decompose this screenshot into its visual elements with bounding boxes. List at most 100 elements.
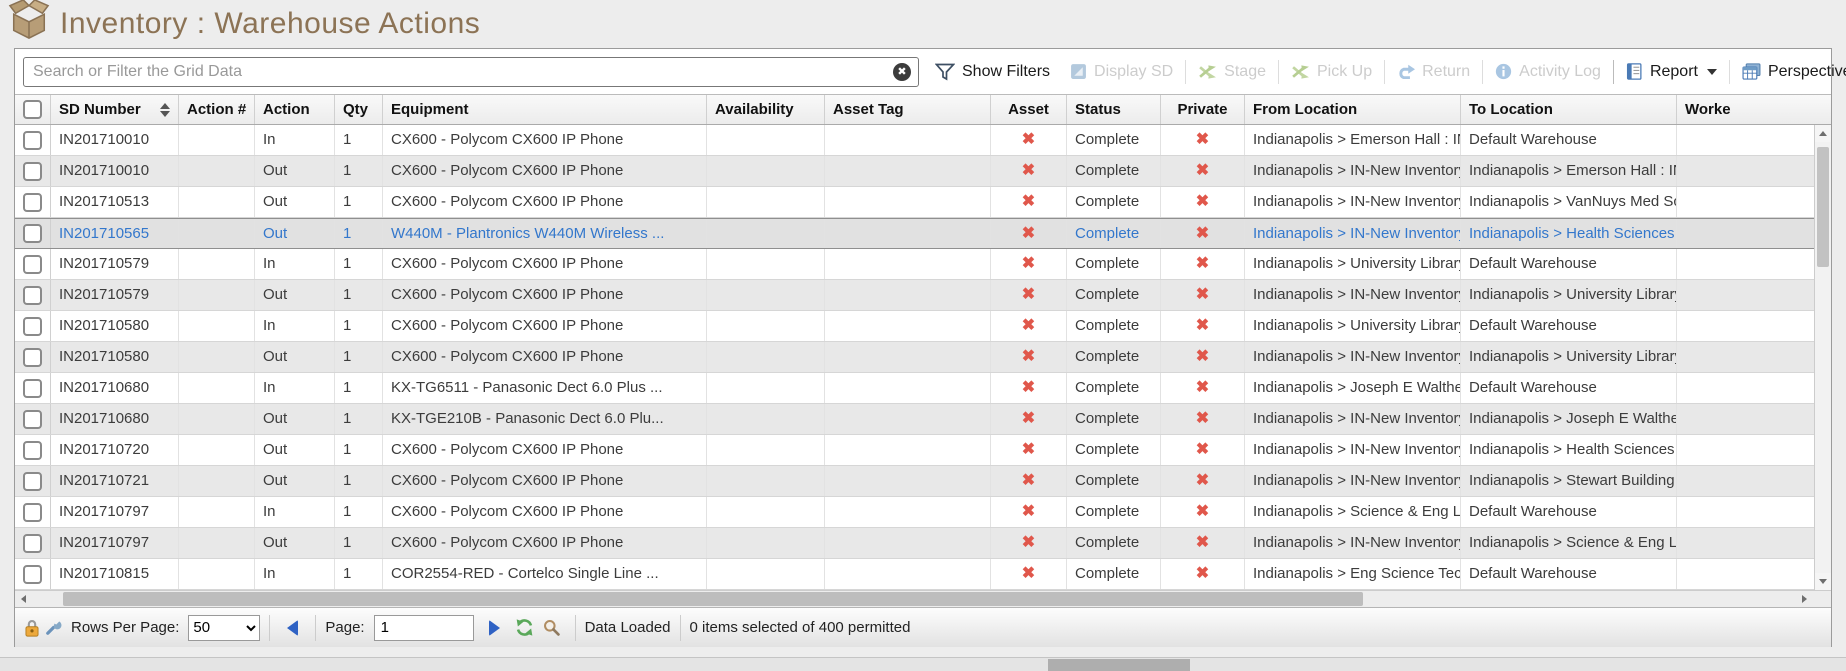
row-checkbox[interactable]: [23, 379, 42, 398]
row-checkbox[interactable]: [23, 317, 42, 336]
table-row[interactable]: IN201710580In1CX600 - Polycom CX600 IP P…: [15, 311, 1814, 342]
stage-button[interactable]: Stage: [1188, 63, 1276, 81]
table-row[interactable]: IN201710565Out1W440M - Plantronics W440M…: [15, 218, 1814, 249]
header-cell-qty[interactable]: Qty: [335, 95, 383, 124]
cell-availability: [707, 342, 825, 372]
table-row[interactable]: IN201710720Out1CX600 - Polycom CX600 IP …: [15, 435, 1814, 466]
page-scrollbar-thumb[interactable]: [1048, 659, 1190, 671]
row-checkbox[interactable]: [23, 441, 42, 460]
sort-icon[interactable]: [154, 103, 170, 117]
next-page-button[interactable]: [489, 620, 500, 636]
pickup-button[interactable]: Pick Up: [1281, 63, 1382, 81]
row-checkbox[interactable]: [23, 348, 42, 367]
header-cell-from-location[interactable]: From Location: [1245, 95, 1461, 124]
lock-icon: [25, 619, 39, 637]
row-checkbox[interactable]: [23, 193, 42, 212]
clear-search-icon[interactable]: ✖: [893, 63, 911, 81]
perspectives-button[interactable]: Perspectives: [1732, 63, 1846, 81]
column-label: Asset Tag: [833, 95, 904, 124]
row-checkbox[interactable]: [23, 472, 42, 491]
return-label: Return: [1422, 63, 1470, 81]
header-cell-asset-tag[interactable]: Asset Tag: [825, 95, 991, 124]
tools-button[interactable]: [45, 619, 62, 636]
row-checkbox[interactable]: [23, 286, 42, 305]
table-row[interactable]: IN201710580Out1CX600 - Polycom CX600 IP …: [15, 342, 1814, 373]
red-x-icon: ✖: [1022, 287, 1035, 303]
scroll-left-button[interactable]: [15, 591, 32, 607]
display-sd-button[interactable]: Display SD: [1060, 63, 1183, 81]
row-checkbox[interactable]: [23, 131, 42, 150]
cell-action: Out: [255, 280, 335, 310]
header-cell-action-number[interactable]: Action #: [179, 95, 255, 124]
table-row[interactable]: IN201710010In1CX600 - Polycom CX600 IP P…: [15, 125, 1814, 156]
row-checkbox[interactable]: [23, 255, 42, 274]
return-button[interactable]: Return: [1387, 63, 1480, 81]
scroll-right-button[interactable]: [1796, 591, 1813, 607]
row-checkbox[interactable]: [23, 410, 42, 429]
column-label: SD Number: [59, 95, 141, 124]
header-cell-work[interactable]: Worke: [1677, 95, 1831, 124]
table-row[interactable]: IN201710815In1COR2554-RED - Cortelco Sin…: [15, 559, 1814, 590]
report-button[interactable]: Report: [1616, 63, 1727, 81]
row-checkbox[interactable]: [23, 162, 42, 181]
table-row[interactable]: IN201710513Out1CX600 - Polycom CX600 IP …: [15, 187, 1814, 218]
prev-page-button[interactable]: [287, 620, 298, 636]
cell-asset: ✖: [991, 249, 1067, 279]
row-checkbox[interactable]: [23, 503, 42, 522]
activity-log-button[interactable]: Activity Log: [1485, 63, 1611, 81]
search-input[interactable]: [23, 57, 919, 87]
refresh-button[interactable]: [515, 618, 534, 637]
header-cell-to-location[interactable]: To Location: [1461, 95, 1677, 124]
header-cell-asset[interactable]: Asset: [991, 95, 1067, 124]
row-checkbox[interactable]: [23, 534, 42, 553]
h-scrollbar-thumb[interactable]: [63, 592, 1363, 606]
scroll-down-button[interactable]: [1815, 573, 1831, 590]
header-cell-availability[interactable]: Availability: [707, 95, 825, 124]
cell-availability: [707, 435, 825, 465]
red-x-icon: ✖: [1196, 256, 1209, 272]
cell-availability: [707, 404, 825, 434]
page-input[interactable]: [374, 615, 474, 641]
cell-asset-tag: [825, 249, 991, 279]
column-label: Status: [1075, 95, 1121, 124]
cell-sd-number: IN201710720: [51, 435, 179, 465]
grid-body: IN201710010In1CX600 - Polycom CX600 IP P…: [15, 125, 1814, 590]
table-row[interactable]: IN201710680In1KX-TG6511 - Panasonic Dect…: [15, 373, 1814, 404]
cell-availability: [707, 311, 825, 341]
table-row[interactable]: IN201710797In1CX600 - Polycom CX600 IP P…: [15, 497, 1814, 528]
header-cell-sd-number[interactable]: SD Number: [51, 95, 179, 124]
cell-from-location: Indianapolis > IN-New Inventory: [1245, 435, 1461, 465]
cell-private: ✖: [1161, 219, 1245, 248]
cell-asset: ✖: [991, 219, 1067, 248]
quick-search-button[interactable]: [543, 619, 560, 636]
header-cell-private[interactable]: Private: [1161, 95, 1245, 124]
cell-qty: 1: [335, 311, 383, 341]
table-row[interactable]: IN201710680Out1KX-TGE210B - Panasonic De…: [15, 404, 1814, 435]
scroll-up-button[interactable]: [1815, 125, 1831, 142]
select-all-checkbox[interactable]: [23, 100, 42, 119]
cell-action-number: [179, 125, 255, 155]
row-checkbox[interactable]: [23, 224, 42, 243]
v-scrollbar-thumb[interactable]: [1817, 147, 1829, 267]
table-row[interactable]: IN201710010Out1CX600 - Polycom CX600 IP …: [15, 156, 1814, 187]
vertical-scrollbar[interactable]: [1814, 125, 1831, 590]
table-row[interactable]: IN201710721Out1CX600 - Polycom CX600 IP …: [15, 466, 1814, 497]
cell-action-number: [179, 156, 255, 186]
cell-to-location: Indianapolis > Stewart Building : I...: [1461, 466, 1677, 496]
page-scrollbar[interactable]: [0, 657, 1846, 671]
cell-availability: [707, 125, 825, 155]
app-header: Inventory : Warehouse Actions: [6, 0, 480, 48]
table-row[interactable]: IN201710579Out1CX600 - Polycom CX600 IP …: [15, 280, 1814, 311]
header-cell-action[interactable]: Action: [255, 95, 335, 124]
header-cell-status[interactable]: Status: [1067, 95, 1161, 124]
table-row[interactable]: IN201710797Out1CX600 - Polycom CX600 IP …: [15, 528, 1814, 559]
lock-button[interactable]: [25, 619, 39, 637]
show-filters-button[interactable]: Show Filters: [925, 63, 1060, 81]
return-icon: [1397, 64, 1415, 79]
cell-to-location: Indianapolis > University Library :...: [1461, 342, 1677, 372]
row-checkbox[interactable]: [23, 565, 42, 584]
header-cell-equipment[interactable]: Equipment: [383, 95, 707, 124]
rows-per-page-select[interactable]: 50: [188, 615, 260, 641]
table-row[interactable]: IN201710579In1CX600 - Polycom CX600 IP P…: [15, 249, 1814, 280]
horizontal-scrollbar[interactable]: [15, 590, 1831, 607]
